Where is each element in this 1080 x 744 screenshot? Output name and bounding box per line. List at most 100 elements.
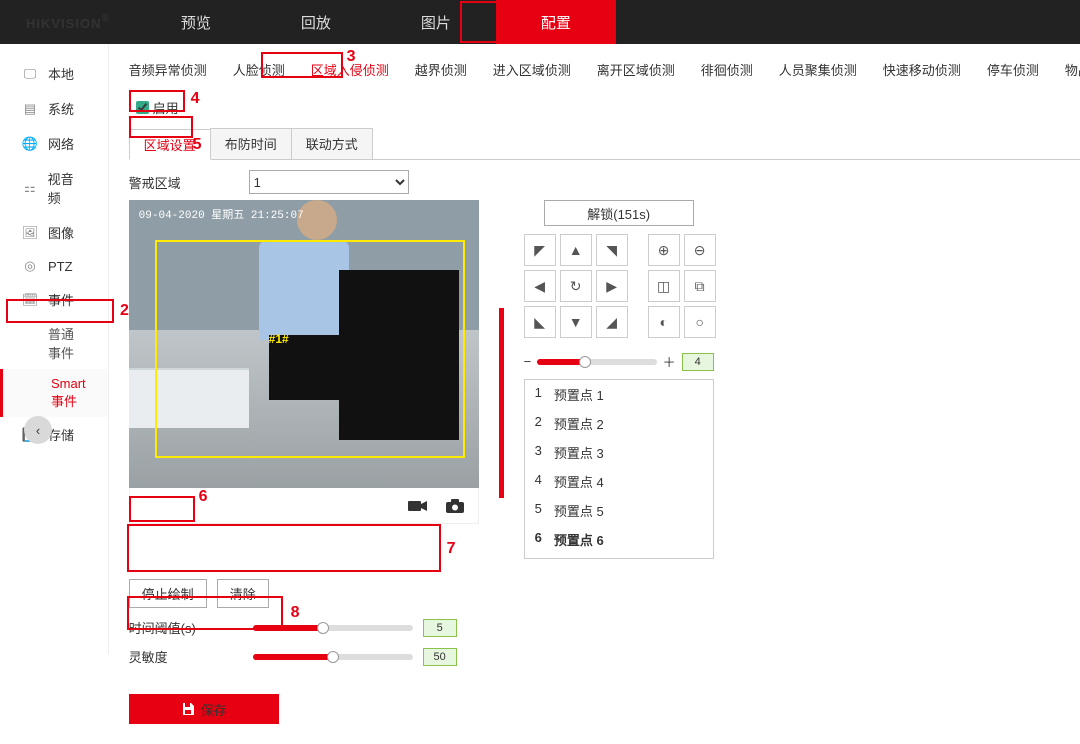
ptz-up-right[interactable]: ◥: [596, 234, 628, 266]
tab-region-exit[interactable]: 离开区域侦测: [597, 60, 675, 79]
ptz-grid: ◤ ▲ ◥ ⊕ ⊖ ◀ ↻ ▶ ◫ ⧉ ◣ ▼ ◢: [524, 234, 714, 338]
tab-arming-schedule[interactable]: 布防时间: [210, 128, 292, 159]
annotation-7: 7: [447, 540, 456, 558]
nav-preview[interactable]: 预览: [136, 0, 256, 44]
annotation-1: 1: [586, 12, 595, 30]
ptz-up[interactable]: ▲: [560, 234, 592, 266]
side-image[interactable]: 🖼图像: [0, 215, 108, 250]
intrusion-region-box[interactable]: [155, 240, 465, 458]
save-button[interactable]: 保存: [129, 694, 279, 724]
preset-list[interactable]: 1预置点 1 2预置点 2 3预置点 3 4预置点 4 5预置点 5 6预置点 …: [524, 379, 714, 559]
globe-icon: 🌐: [22, 136, 38, 152]
ptz-up-left[interactable]: ◤: [524, 234, 556, 266]
side-storage[interactable]: 💾存储: [0, 417, 108, 452]
tab-fast-moving[interactable]: 快速移动侦测: [883, 60, 961, 79]
zoom-out-icon[interactable]: ⊖: [684, 234, 716, 266]
video-preview-panel: 09-04-2020 星期五 21:25:07 #1#: [129, 200, 479, 524]
video-timestamp: 09-04-2020 星期五 21:25:07: [139, 206, 304, 222]
inner-tabs: 区域设置 布防时间 联动方式: [129, 128, 1080, 160]
tab-line-crossing[interactable]: 越界侦测: [415, 60, 467, 79]
ptz-down-right[interactable]: ◢: [596, 306, 628, 338]
plus-icon[interactable]: ＋: [663, 352, 676, 371]
annotation-6: 6: [199, 488, 208, 506]
region-overlay-label: #1#: [269, 332, 289, 346]
tab-gathering[interactable]: 人员聚集侦测: [779, 60, 857, 79]
annotation-8: 8: [291, 604, 300, 622]
ptz-speed-value: 4: [682, 353, 714, 371]
focus-near-icon[interactable]: ◫: [648, 270, 680, 302]
sidebar: 🖵本地 ▤系统 🌐网络 ⚏视音频 🖼图像 ◎PTZ 🗓事件 普通事件 Smart…: [0, 44, 109, 654]
video-preview[interactable]: 09-04-2020 星期五 21:25:07 #1#: [129, 200, 479, 488]
side-network[interactable]: 🌐网络: [0, 126, 108, 161]
ptz-auto[interactable]: ↻: [560, 270, 592, 302]
sensitivity-slider[interactable]: [253, 654, 413, 660]
tab-unattended[interactable]: 物品遗留侦测: [1065, 60, 1080, 79]
preset-item-4[interactable]: 4预置点 4: [525, 467, 713, 496]
preset-item-3[interactable]: 3预置点 3: [525, 438, 713, 467]
time-threshold-value: 5: [423, 619, 457, 637]
nav-picture[interactable]: 图片: [376, 0, 496, 44]
stop-draw-button[interactable]: 停止绘制: [129, 579, 207, 608]
calendar-icon: 🗓: [22, 292, 38, 308]
unlock-button[interactable]: 解锁(151s): [544, 200, 694, 226]
ptz-speed-slider[interactable]: − ＋ 4: [524, 352, 714, 371]
annotation-3: 3: [347, 48, 356, 66]
enable-checkbox-input[interactable]: [136, 101, 149, 114]
side-ptz[interactable]: ◎PTZ: [0, 250, 108, 282]
tab-linkage[interactable]: 联动方式: [291, 128, 373, 159]
preset-item-5[interactable]: 5预置点 5: [525, 496, 713, 525]
region-label: 警戒区域: [129, 173, 239, 192]
top-nav: 预览 回放 图片 配置: [136, 0, 616, 44]
record-icon[interactable]: [408, 499, 428, 513]
ptz-down-left[interactable]: ◣: [524, 306, 556, 338]
ptz-right[interactable]: ▶: [596, 270, 628, 302]
av-icon: ⚏: [22, 180, 38, 196]
video-toolbar: [129, 488, 479, 524]
minus-icon[interactable]: −: [524, 354, 532, 369]
clear-button[interactable]: 清除: [217, 579, 269, 608]
save-label: 保存: [201, 700, 227, 719]
region-select[interactable]: 1: [249, 170, 409, 194]
side-smart-event[interactable]: Smart事件: [0, 369, 108, 417]
sensitivity-row: 灵敏度 50: [129, 647, 1080, 666]
nav-config[interactable]: 配置: [496, 0, 616, 44]
main: 音频异常侦测 人脸侦测 区域入侵侦测 越界侦测 进入区域侦测 离开区域侦测 徘徊…: [109, 44, 1080, 744]
iris-close-icon[interactable]: ○: [684, 306, 716, 338]
ptz-left[interactable]: ◀: [524, 270, 556, 302]
divider-line: [499, 308, 504, 498]
brand-logo: HIKVISION®: [0, 12, 136, 33]
sensitivity-label: 灵敏度: [129, 647, 249, 666]
ptz-down[interactable]: ▼: [560, 306, 592, 338]
chevron-left-icon: ‹: [36, 423, 40, 438]
time-threshold-slider[interactable]: [253, 625, 413, 631]
tab-audio-exception[interactable]: 音频异常侦测: [129, 60, 207, 79]
iris-open-icon[interactable]: ◐: [648, 306, 680, 338]
tab-region-enter[interactable]: 进入区域侦测: [493, 60, 571, 79]
preset-item-2[interactable]: 2预置点 2: [525, 409, 713, 438]
side-av[interactable]: ⚏视音频: [0, 161, 108, 215]
preset-item-1[interactable]: 1预置点 1: [525, 380, 713, 409]
time-threshold-row: 时间阈值(s) 5: [129, 618, 1080, 637]
sensitivity-value: 50: [423, 648, 457, 666]
side-system[interactable]: ▤系统: [0, 91, 108, 126]
annotation-5: 5: [193, 136, 202, 154]
side-local[interactable]: 🖵本地: [0, 56, 108, 91]
nav-playback[interactable]: 回放: [256, 0, 376, 44]
tab-parking[interactable]: 停车侦测: [987, 60, 1039, 79]
tab-loitering[interactable]: 徘徊侦测: [701, 60, 753, 79]
preset-item-7[interactable]: 7预置点 7: [525, 554, 713, 559]
preset-item-6[interactable]: 6预置点 6: [525, 525, 713, 554]
collapse-sidebar-button[interactable]: ‹: [24, 416, 52, 444]
zoom-in-icon[interactable]: ⊕: [648, 234, 680, 266]
focus-far-icon[interactable]: ⧉: [684, 270, 716, 302]
enable-checkbox[interactable]: 启用: [129, 95, 186, 120]
annotation-4: 4: [191, 90, 200, 108]
save-icon: [181, 702, 195, 716]
side-normal-event[interactable]: 普通事件: [0, 317, 108, 369]
ptz-icon: ◎: [22, 258, 38, 274]
side-event[interactable]: 🗓事件: [0, 282, 108, 317]
tab-face[interactable]: 人脸侦测: [233, 60, 285, 79]
snapshot-icon[interactable]: [446, 499, 464, 513]
system-icon: ▤: [22, 101, 38, 117]
monitor-icon: 🖵: [22, 66, 38, 82]
